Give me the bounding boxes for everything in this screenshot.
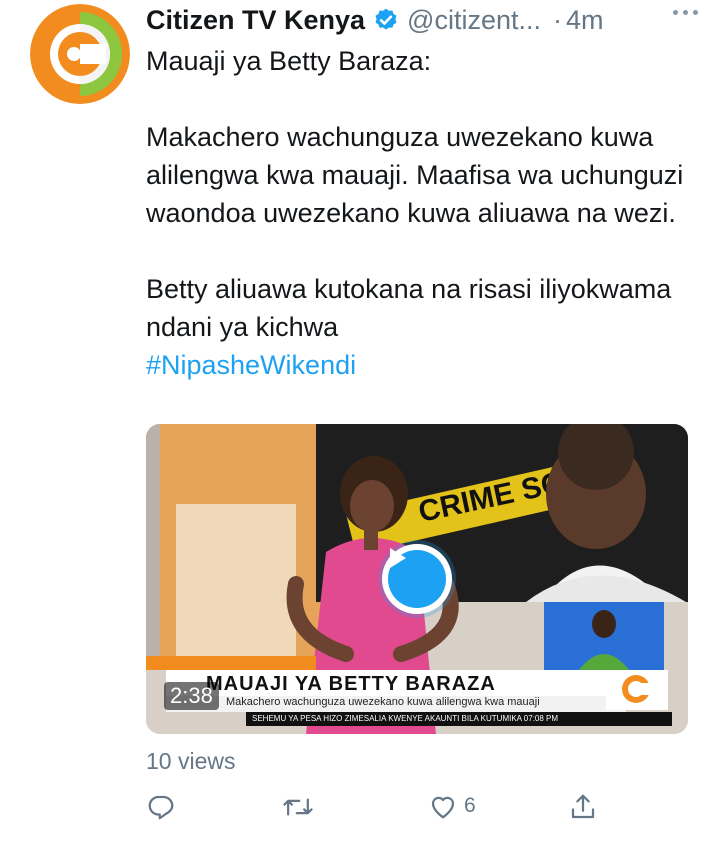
author-name[interactable]: Citizen TV Kenya [146,5,365,36]
retweet-button[interactable] [282,792,314,822]
verified-badge-icon [375,8,397,30]
video-headline: MAUAJI YA BETTY BARAZA [206,673,496,695]
video-ticker: SEHEMU YA PESA HIZO ZIMESALIA KWENYE AKA… [246,712,672,726]
reply-icon [148,795,174,820]
video-duration: 2:38 [164,682,219,710]
like-button[interactable]: 6 [428,792,476,820]
tweet-paragraph: Betty aliuawa kutokana na risasi iliyokw… [146,274,672,342]
avatar[interactable] [30,4,130,104]
play-button[interactable] [382,544,452,614]
tweet-paragraph: Mauaji ya Betty Baraza: [146,46,432,76]
reply-button[interactable] [146,792,176,822]
tweet-paragraph: Makachero wachunguza uwezekano kuwa alil… [146,122,684,228]
video-subline: Makachero wachunguza uwezekano kuwa alil… [226,696,540,708]
hashtag-link[interactable]: #NipasheWikendi [146,346,686,384]
play-icon [390,548,406,568]
tweet-text: Mauaji ya Betty Baraza: Makachero wachun… [146,42,686,384]
more-options-icon[interactable] [673,10,698,15]
share-button[interactable] [568,792,598,822]
retweet-icon [283,798,313,816]
ticker-time: 07:08 PM [523,714,559,723]
tweet-time[interactable]: 4m [566,5,604,36]
separator-dot: · [553,4,562,35]
tweet-actions: 6 [146,792,606,836]
like-count: 6 [464,794,476,817]
share-icon [571,794,595,819]
citizen-tv-logo-icon [30,4,130,104]
ticker-text: SEHEMU YA PESA HIZO ZIMESALIA KWENYE AKA… [252,714,522,723]
tweet-header: Citizen TV Kenya @citizent... · 4m [146,0,698,40]
author-handle[interactable]: @citizent... [407,5,541,36]
heart-icon [431,796,455,819]
video-player[interactable]: CRIME SCENE MAUAJI YA BETTY BARAZA Makac… [146,424,688,734]
view-count[interactable]: 10 views [146,748,235,775]
